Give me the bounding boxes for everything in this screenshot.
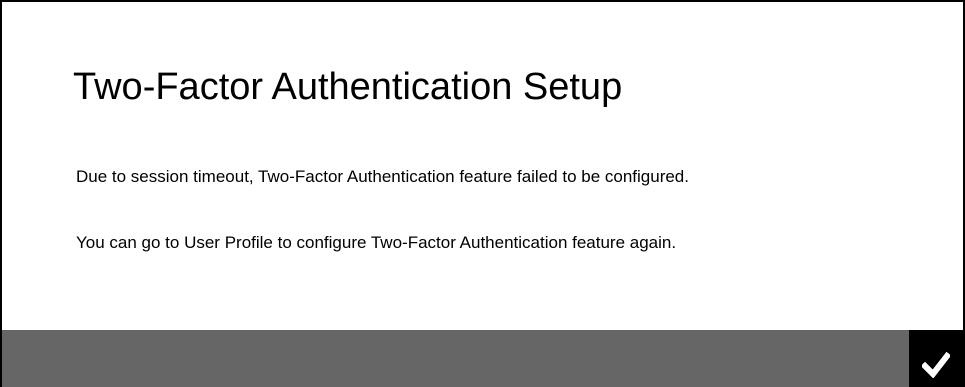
session-timeout-message: Due to session timeout, Two-Factor Authe…	[76, 167, 689, 186]
dialog-footer-bar	[2, 330, 963, 387]
two-factor-setup-dialog: Two-Factor Authentication Setup Due to s…	[0, 0, 965, 387]
confirm-button[interactable]	[909, 330, 963, 387]
check-icon	[922, 352, 950, 378]
user-profile-hint-message: You can go to User Profile to configure …	[76, 233, 677, 252]
dialog-title: Two-Factor Authentication Setup	[73, 66, 623, 108]
